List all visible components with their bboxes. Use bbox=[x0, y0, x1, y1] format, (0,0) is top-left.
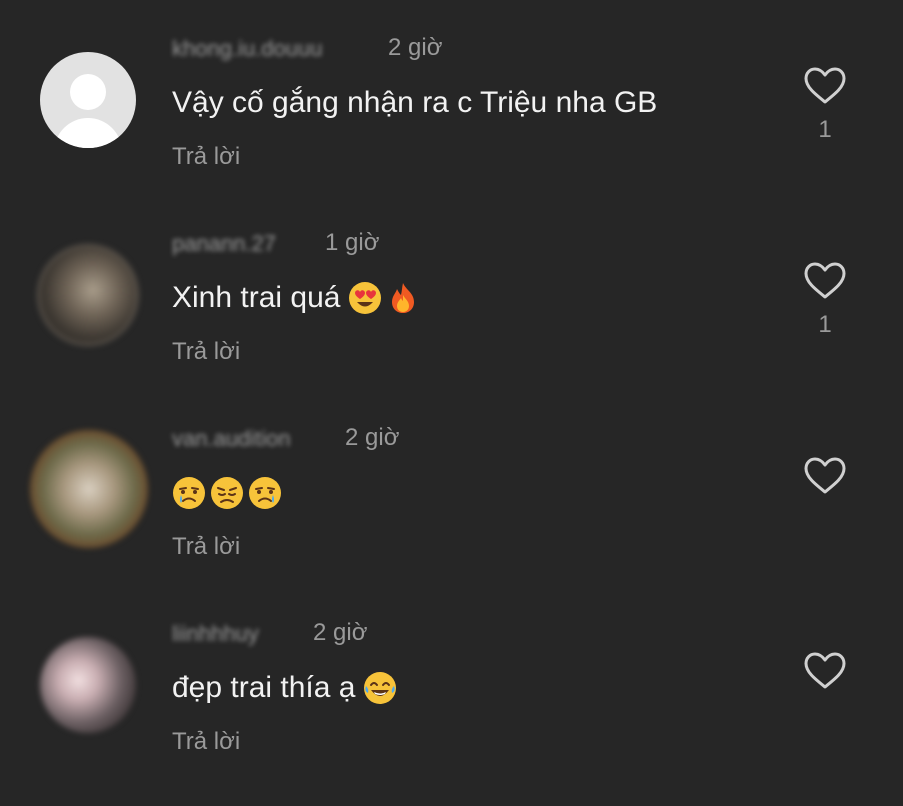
comment-text: đẹp trai thía ạ bbox=[172, 671, 397, 705]
comment-text bbox=[172, 476, 282, 510]
sad-face-emoji bbox=[210, 476, 244, 510]
user-avatar[interactable] bbox=[40, 637, 136, 733]
comment-username[interactable]: van.audition bbox=[172, 426, 291, 452]
comment-time: 2 giờ bbox=[388, 34, 443, 61]
crying-face-emoji bbox=[172, 476, 206, 510]
user-avatar[interactable] bbox=[30, 430, 148, 548]
fire-emoji bbox=[386, 281, 420, 315]
user-avatar[interactable] bbox=[40, 52, 136, 148]
comment-username[interactable]: liinhhhuy bbox=[172, 621, 259, 647]
comment-text-content: Vậy cố gắng nhận ra c Triệu nha GB bbox=[172, 86, 658, 119]
comment-item: van.audition 2 giờ Trả lời bbox=[0, 390, 903, 585]
like-button[interactable] bbox=[803, 66, 847, 106]
comment-item: liinhhhuy 2 giờ đẹp trai thía ạ Trả lời bbox=[0, 585, 903, 780]
heart-eyes-emoji bbox=[348, 281, 382, 315]
comment-username[interactable]: khong.iu.douuu bbox=[172, 36, 322, 62]
comment-username[interactable]: panann.27 bbox=[172, 231, 276, 257]
comment-time: 2 giờ bbox=[313, 619, 368, 646]
heart-outline-icon bbox=[804, 67, 846, 104]
like-count: 1 bbox=[818, 116, 832, 143]
comment-item: panann.27 1 giờ Xinh trai quá Trả lời 1 bbox=[0, 195, 903, 390]
comment-text-content: Xinh trai quá bbox=[172, 281, 341, 314]
comment-time: 2 giờ bbox=[345, 424, 400, 451]
like-button[interactable] bbox=[803, 651, 847, 691]
reply-button[interactable]: Trả lời bbox=[172, 143, 240, 171]
heart-outline-icon bbox=[804, 652, 846, 689]
comment-time: 1 giờ bbox=[325, 229, 380, 256]
comment-item: khong.iu.douuu 2 giờ Vậy cố gắng nhận ra… bbox=[0, 0, 903, 195]
heart-outline-icon bbox=[804, 262, 846, 299]
reply-button[interactable]: Trả lời bbox=[172, 533, 240, 561]
reply-button[interactable]: Trả lời bbox=[172, 728, 240, 756]
comment-text: Vậy cố gắng nhận ra c Triệu nha GB bbox=[172, 86, 657, 120]
comment-text: Xinh trai quá bbox=[172, 281, 420, 315]
tears-of-joy-emoji bbox=[363, 671, 397, 705]
heart-outline-icon bbox=[804, 457, 846, 494]
like-button[interactable] bbox=[803, 261, 847, 301]
crying-face-emoji bbox=[248, 476, 282, 510]
user-avatar[interactable] bbox=[40, 247, 136, 343]
comment-list: khong.iu.douuu 2 giờ Vậy cố gắng nhận ra… bbox=[0, 0, 903, 806]
like-button[interactable] bbox=[803, 456, 847, 496]
avatar-body-shape bbox=[54, 118, 122, 148]
comment-text-content: đẹp trai thía ạ bbox=[172, 671, 356, 704]
like-count: 1 bbox=[818, 311, 832, 338]
avatar-head-shape bbox=[70, 74, 106, 110]
reply-button[interactable]: Trả lời bbox=[172, 338, 240, 366]
